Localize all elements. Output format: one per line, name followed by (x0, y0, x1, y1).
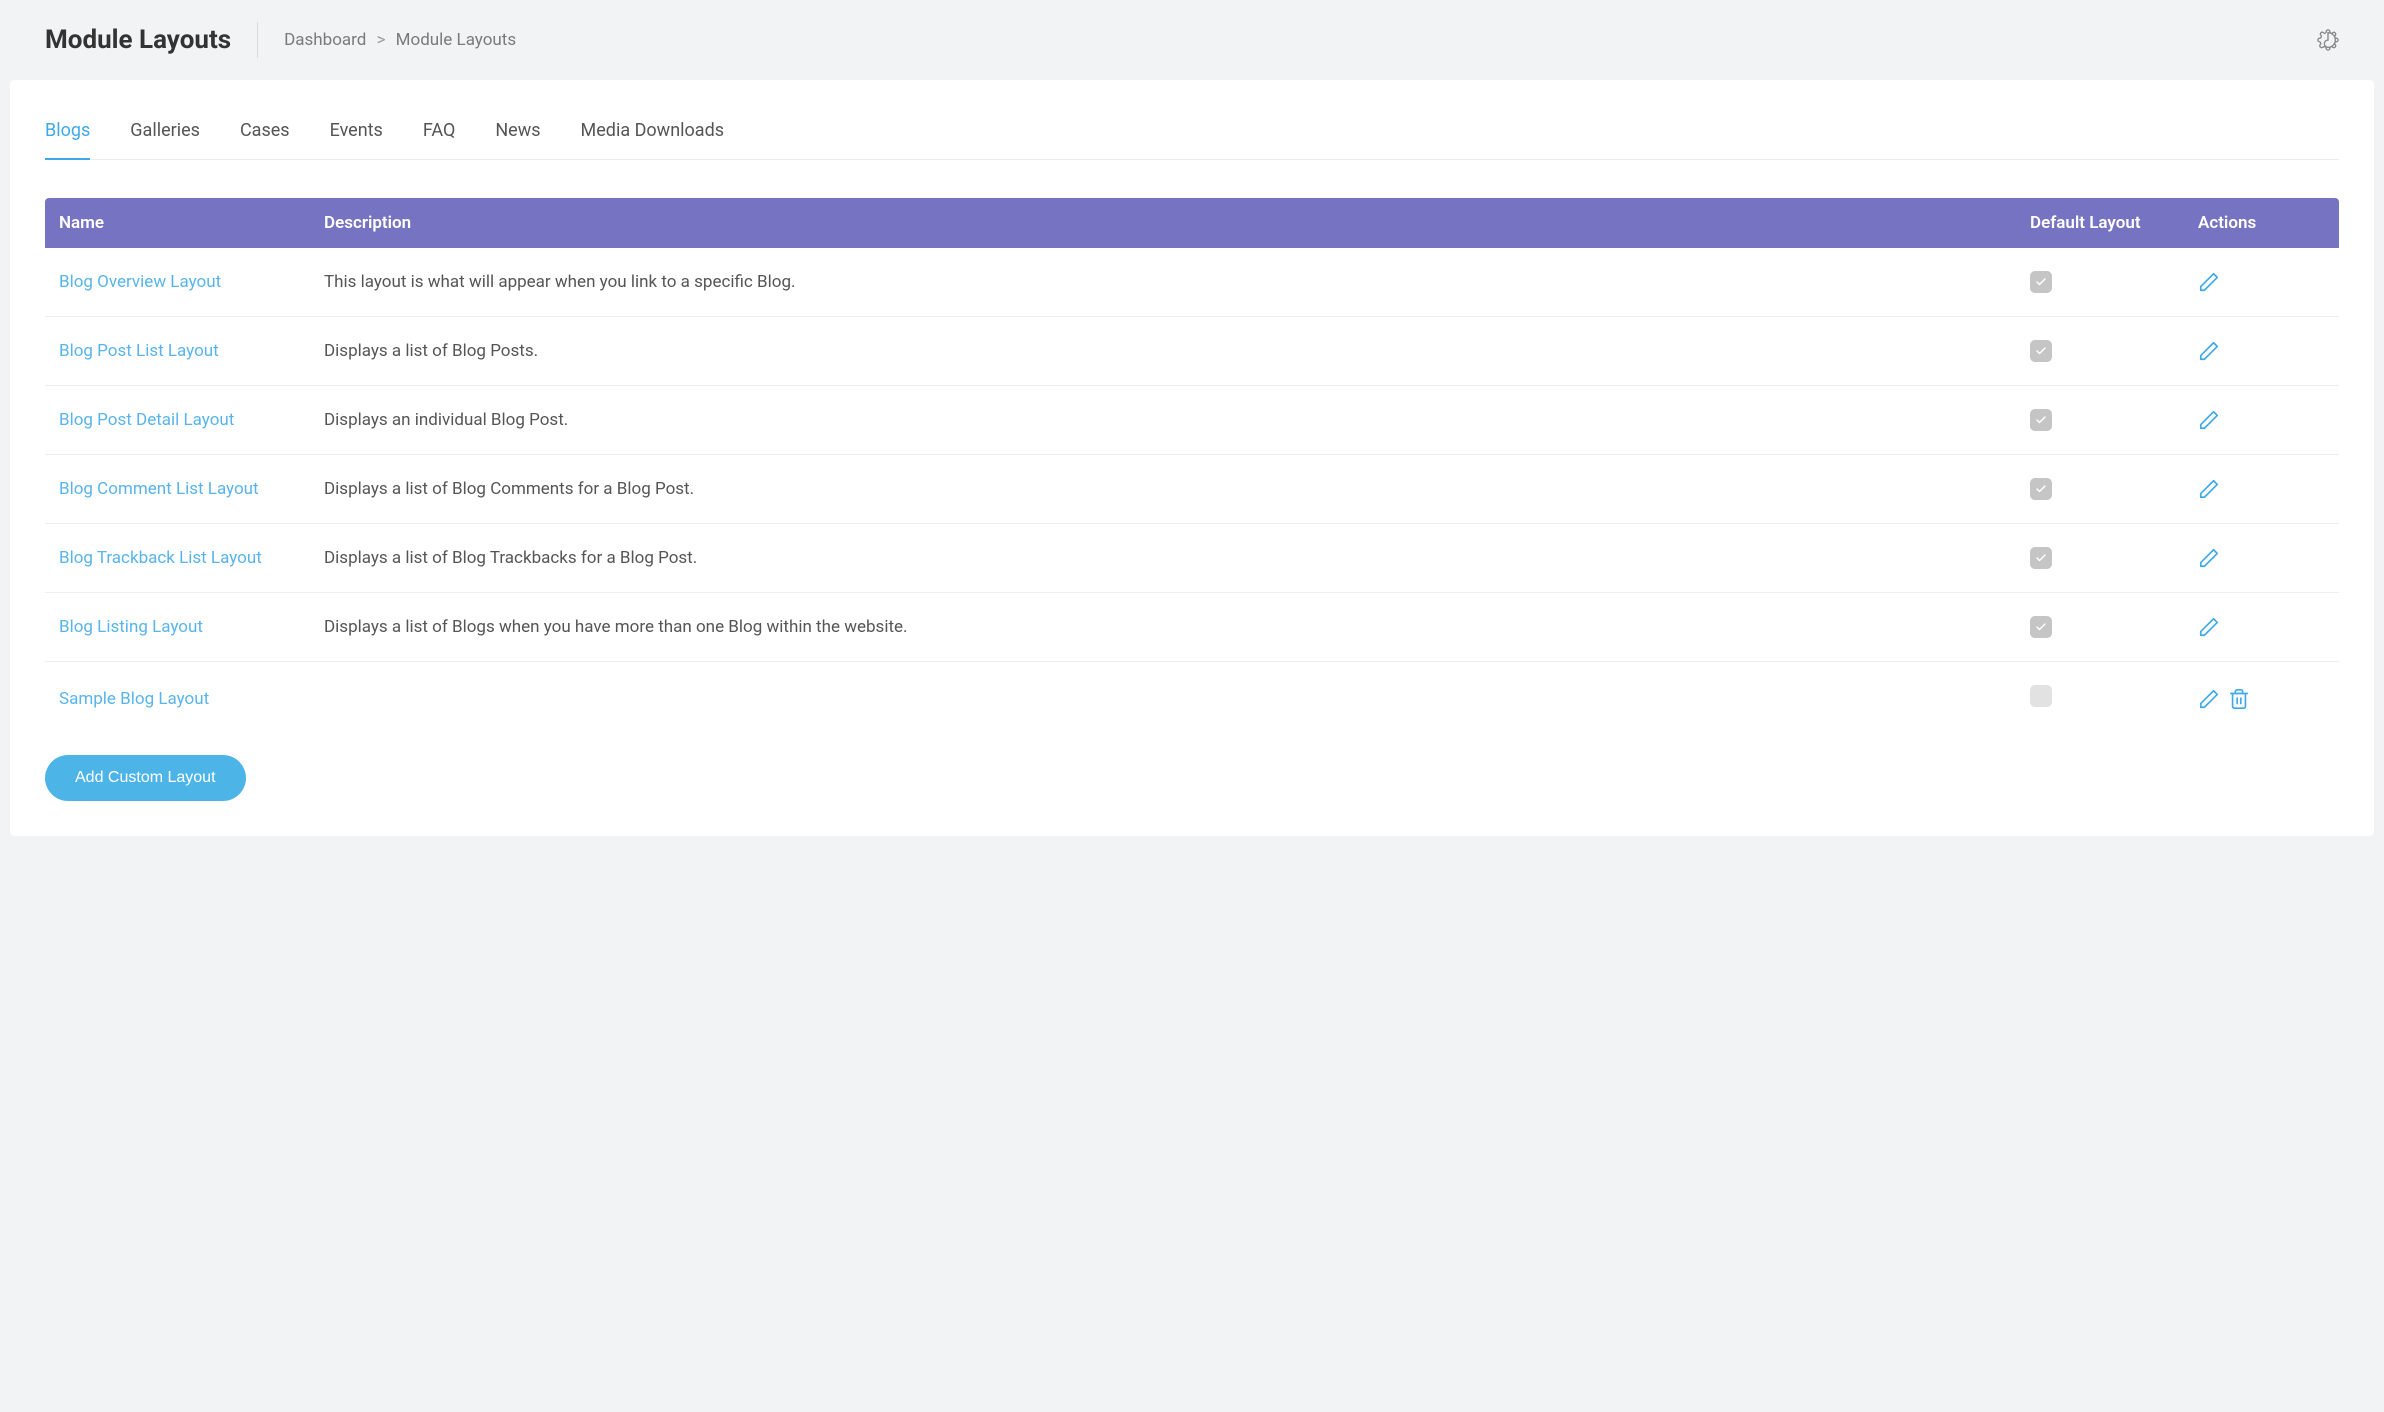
layout-name-link[interactable]: Blog Post Detail Layout (59, 410, 234, 430)
edit-button[interactable] (2198, 688, 2220, 710)
layout-description: Displays an individual Blog Post. (310, 386, 2016, 455)
tabs: Blogs Galleries Cases Events FAQ News Media Do… (45, 110, 2339, 160)
layout-description (310, 662, 2016, 736)
chevron-right-icon: > (377, 30, 386, 50)
gear-icon (2317, 29, 2339, 51)
default-layout-checkbox[interactable] (2030, 547, 2052, 569)
default-layout-checkbox[interactable] (2030, 685, 2052, 707)
check-icon (2035, 552, 2047, 564)
row-actions (2198, 478, 2325, 500)
table-row: Sample Blog Layout (45, 662, 2339, 736)
add-custom-layout-button[interactable]: Add Custom Layout (45, 755, 246, 801)
check-icon (2035, 621, 2047, 633)
edit-button[interactable] (2198, 478, 2220, 500)
table-row: Blog Comment List Layout Displays a list … (45, 455, 2339, 524)
edit-button[interactable] (2198, 616, 2220, 638)
delete-button[interactable] (2228, 688, 2250, 710)
th-description: Description (310, 198, 2016, 248)
row-actions (2198, 340, 2325, 362)
pencil-icon (2198, 478, 2220, 500)
pencil-icon (2198, 547, 2220, 569)
breadcrumb: Dashboard > Module Layouts (284, 30, 516, 50)
edit-button[interactable] (2198, 547, 2220, 569)
check-icon (2035, 414, 2047, 426)
layout-description: Displays a list of Blog Comments for a B… (310, 455, 2016, 524)
row-actions (2198, 409, 2325, 431)
default-layout-checkbox[interactable] (2030, 478, 2052, 500)
layout-description: This layout is what will appear when you… (310, 248, 2016, 317)
table-row: Blog Listing Layout Displays a list of Bl… (45, 593, 2339, 662)
layouts-table: Name Description Default Layout Actions … (45, 198, 2339, 735)
row-actions (2198, 271, 2325, 293)
default-layout-checkbox[interactable] (2030, 409, 2052, 431)
th-actions: Actions (2184, 198, 2339, 248)
breadcrumb-current: Module Layouts (396, 30, 516, 50)
table-row: Blog Overview Layout This layout is what … (45, 248, 2339, 317)
check-icon (2035, 345, 2047, 357)
layout-name-link[interactable]: Blog Comment List Layout (59, 479, 259, 499)
layout-name-link[interactable]: Blog Post List Layout (59, 341, 219, 361)
check-icon (2035, 276, 2047, 288)
pencil-icon (2198, 271, 2220, 293)
layout-name-link[interactable]: Blog Listing Layout (59, 617, 203, 637)
row-actions (2198, 688, 2325, 710)
layout-description: Displays a list of Blog Trackbacks for a… (310, 524, 2016, 593)
layout-description: Displays a list of Blogs when you have m… (310, 593, 2016, 662)
tab-blogs[interactable]: Blogs (45, 110, 90, 159)
th-name: Name (45, 198, 310, 248)
table-row: Blog Post List Layout Displays a list of … (45, 317, 2339, 386)
pencil-icon (2198, 616, 2220, 638)
pencil-icon (2198, 409, 2220, 431)
tab-events[interactable]: Events (330, 110, 383, 159)
tab-galleries[interactable]: Galleries (130, 110, 200, 159)
layout-name-link[interactable]: Sample Blog Layout (59, 689, 209, 709)
tab-cases[interactable]: Cases (240, 110, 290, 159)
table-row: Blog Post Detail Layout Displays an indiv… (45, 386, 2339, 455)
page-title: Module Layouts (45, 25, 231, 55)
page-header: Module Layouts Dashboard > Module Layout… (0, 0, 2384, 80)
layout-description: Displays a list of Blog Posts. (310, 317, 2016, 386)
settings-button[interactable] (2317, 29, 2339, 51)
tab-faq[interactable]: FAQ (423, 110, 455, 159)
pencil-icon (2198, 340, 2220, 362)
table-header-row: Name Description Default Layout Actions (45, 198, 2339, 248)
default-layout-checkbox[interactable] (2030, 271, 2052, 293)
content-card: Blogs Galleries Cases Events FAQ News Media Do… (10, 80, 2374, 836)
edit-button[interactable] (2198, 409, 2220, 431)
layout-name-link[interactable]: Blog Overview Layout (59, 272, 221, 292)
edit-button[interactable] (2198, 340, 2220, 362)
default-layout-checkbox[interactable] (2030, 616, 2052, 638)
tab-news[interactable]: News (495, 110, 540, 159)
edit-button[interactable] (2198, 271, 2220, 293)
tab-media-downloads[interactable]: Media Downloads (581, 110, 724, 159)
pencil-icon (2198, 688, 2220, 710)
row-actions (2198, 547, 2325, 569)
divider (257, 22, 258, 58)
check-icon (2035, 483, 2047, 495)
row-actions (2198, 616, 2325, 638)
table-row: Blog Trackback List Layout Displays a lis… (45, 524, 2339, 593)
th-default: Default Layout (2016, 198, 2184, 248)
page-header-left: Module Layouts Dashboard > Module Layout… (45, 22, 516, 58)
breadcrumb-root[interactable]: Dashboard (284, 30, 366, 50)
default-layout-checkbox[interactable] (2030, 340, 2052, 362)
trash-icon (2228, 688, 2250, 710)
layout-name-link[interactable]: Blog Trackback List Layout (59, 548, 262, 568)
